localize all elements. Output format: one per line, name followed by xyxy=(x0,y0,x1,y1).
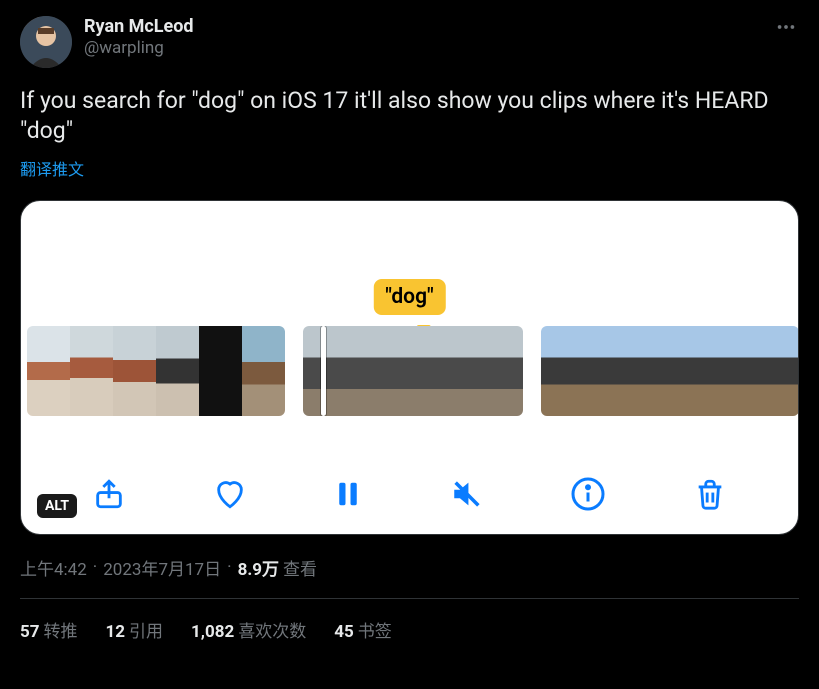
video-frame xyxy=(541,326,584,416)
separator: · xyxy=(225,557,233,577)
translate-link[interactable]: 翻译推文 xyxy=(20,156,799,180)
trash-icon xyxy=(693,477,727,511)
pause-icon xyxy=(333,479,363,509)
search-tooltip: "dog" xyxy=(373,279,445,315)
likes-label: 喜欢次数 xyxy=(238,622,306,642)
bookmarks-label: 书签 xyxy=(358,622,392,642)
video-frame xyxy=(713,326,756,416)
author-name-block[interactable]: Ryan McLeod @warpling xyxy=(84,16,194,58)
video-frame xyxy=(156,326,199,416)
video-frame xyxy=(584,326,627,416)
display-name: Ryan McLeod xyxy=(84,16,194,38)
retweets-stat[interactable]: 57转推 xyxy=(20,617,78,642)
tweet-text: If you search for "dog" on iOS 17 it'll … xyxy=(20,86,799,146)
ellipsis-icon xyxy=(775,16,797,38)
media-toolbar xyxy=(21,476,798,512)
video-frame xyxy=(303,326,358,416)
alt-badge[interactable]: ALT xyxy=(37,494,77,518)
tweet-time[interactable]: 上午4:42 xyxy=(20,555,87,580)
views-label: 查看 xyxy=(283,555,317,580)
likes-count: 1,082 xyxy=(191,622,234,642)
playhead[interactable] xyxy=(321,326,326,416)
quotes-count: 12 xyxy=(106,622,126,642)
divider xyxy=(20,598,799,599)
share-button[interactable] xyxy=(92,477,126,511)
video-frame xyxy=(627,326,670,416)
info-button[interactable] xyxy=(570,476,606,512)
media-card[interactable]: "dog" xyxy=(20,200,799,535)
heart-icon xyxy=(213,477,247,511)
tweet-container: Ryan McLeod @warpling If you search for … xyxy=(0,0,819,660)
mute-button[interactable] xyxy=(450,477,484,511)
video-frame xyxy=(27,326,70,416)
avatar[interactable] xyxy=(20,16,72,68)
like-button[interactable] xyxy=(213,477,247,511)
retweets-label: 转推 xyxy=(44,622,78,642)
info-icon xyxy=(570,476,606,512)
quotes-label: 引用 xyxy=(129,622,163,642)
bookmarks-count: 45 xyxy=(334,622,354,642)
share-icon xyxy=(92,477,126,511)
video-frame xyxy=(670,326,713,416)
retweets-count: 57 xyxy=(20,622,40,642)
tweet-header: Ryan McLeod @warpling xyxy=(20,16,799,68)
likes-stat[interactable]: 1,082喜欢次数 xyxy=(191,617,306,642)
tweet-date[interactable]: 2023年7月17日 xyxy=(103,555,221,580)
video-frame xyxy=(358,326,413,416)
delete-button[interactable] xyxy=(693,477,727,511)
tweet-stats: 57转推 12引用 1,082喜欢次数 45书签 xyxy=(20,617,799,660)
separator: · xyxy=(91,557,99,577)
video-frame xyxy=(413,326,468,416)
clip-thumbnail[interactable] xyxy=(541,326,798,416)
pause-button[interactable] xyxy=(333,479,363,509)
video-timeline xyxy=(21,326,798,416)
video-frame xyxy=(199,326,242,416)
video-frame xyxy=(113,326,156,416)
video-frame xyxy=(756,326,798,416)
more-options-button[interactable] xyxy=(775,16,797,42)
avatar-image xyxy=(20,16,72,68)
views-count: 8.9万 xyxy=(238,555,279,580)
mute-icon xyxy=(450,477,484,511)
video-frame xyxy=(468,326,523,416)
clip-thumbnail[interactable] xyxy=(303,326,523,416)
handle: @warpling xyxy=(84,38,194,58)
clip-thumbnail[interactable] xyxy=(27,326,285,416)
video-frame xyxy=(242,326,285,416)
video-frame xyxy=(70,326,113,416)
tweet-meta: 上午4:42 · 2023年7月17日 · 8.9万 查看 xyxy=(20,555,799,580)
quotes-stat[interactable]: 12引用 xyxy=(106,617,164,642)
bookmarks-stat[interactable]: 45书签 xyxy=(334,617,392,642)
